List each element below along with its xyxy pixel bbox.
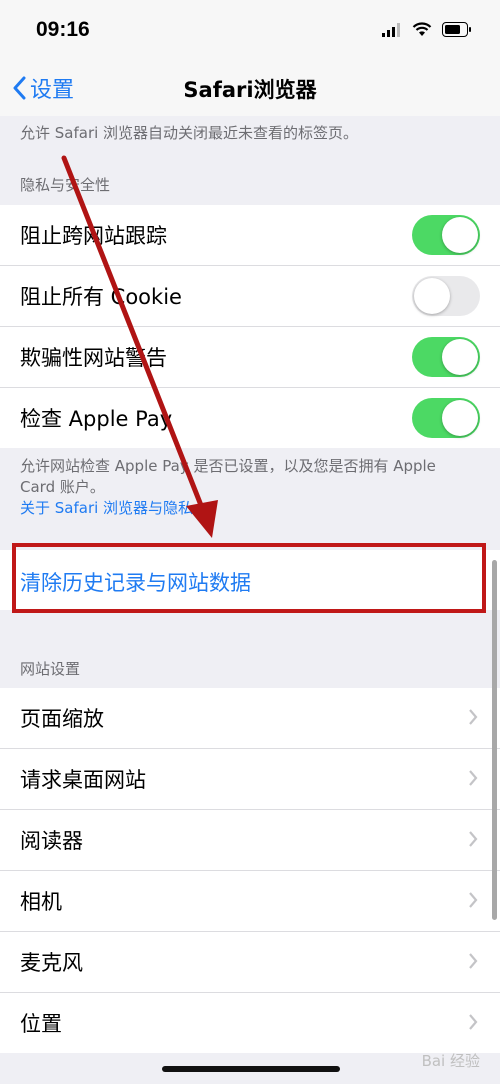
annotation-arrow [61, 155, 218, 538]
scrollbar[interactable] [492, 560, 497, 920]
watermark: Bai 经验 [421, 1052, 480, 1070]
home-indicator[interactable] [162, 1066, 340, 1072]
